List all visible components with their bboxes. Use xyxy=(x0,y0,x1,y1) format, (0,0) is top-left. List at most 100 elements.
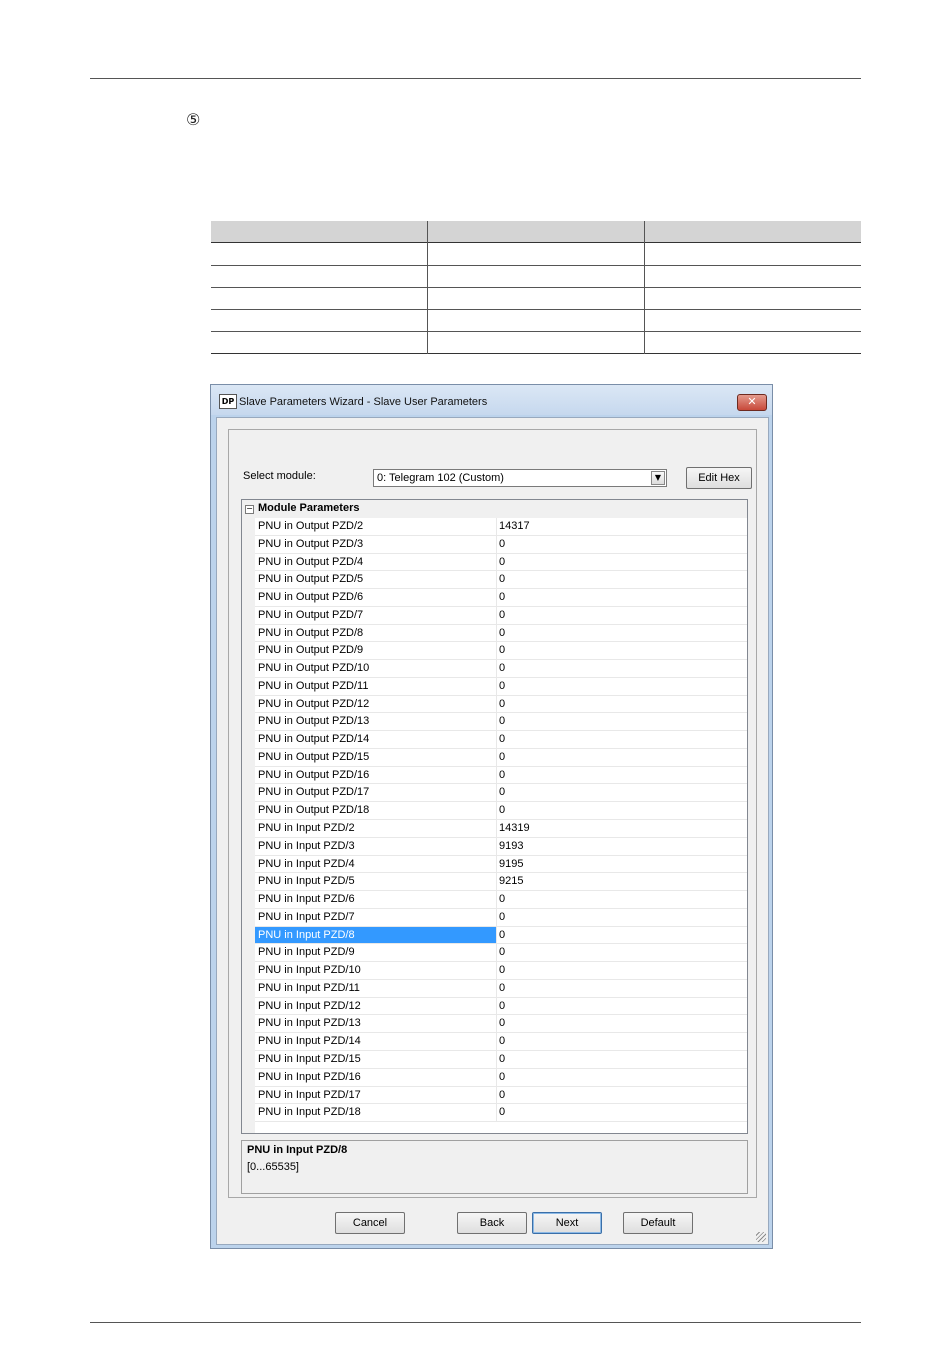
column-divider xyxy=(496,873,497,891)
parameter-name: PNU in Output PZD/2 xyxy=(258,520,364,532)
parameter-row[interactable]: PNU in Input PZD/9 0 xyxy=(255,944,747,963)
doc-table-header xyxy=(211,221,861,243)
parameter-name: PNU in Output PZD/8 xyxy=(258,626,364,639)
parameter-value[interactable]: 0 xyxy=(499,964,505,976)
default-button[interactable]: Default xyxy=(623,1212,693,1234)
select-module-dropdown[interactable]: 0: Telegram 102 (Custom) ▼ xyxy=(373,469,667,487)
parameter-row[interactable]: PNU in Output PZD/9 0 xyxy=(255,642,747,661)
parameter-value[interactable]: 0 xyxy=(499,644,505,656)
parameter-row[interactable]: PNU in Output PZD/3 0 xyxy=(255,535,747,554)
collapse-icon[interactable]: − xyxy=(245,505,254,514)
parameter-name: PNU in Output PZD/9 xyxy=(258,644,364,657)
parameter-row[interactable]: PNU in Output PZD/4 0 xyxy=(255,553,747,572)
parameter-value[interactable]: 0 xyxy=(499,1106,505,1118)
parameter-value[interactable]: 0 xyxy=(499,1089,505,1101)
resize-grip-icon[interactable] xyxy=(756,1232,766,1242)
parameter-row[interactable]: PNU in Input PZD/3 9193 xyxy=(255,837,747,856)
parameter-row[interactable]: PNU in Input PZD/6 0 xyxy=(255,891,747,909)
chevron-down-icon[interactable]: ▼ xyxy=(651,471,665,485)
parameter-row[interactable]: PNU in Output PZD/11 0 xyxy=(255,677,747,696)
title-bar[interactable]: DP Slave Parameters Wizard - Slave User … xyxy=(211,385,772,415)
column-divider xyxy=(496,1015,497,1033)
parameter-row[interactable]: PNU in Input PZD/12 0 xyxy=(255,997,747,1016)
parameter-value[interactable]: 0 xyxy=(499,751,505,763)
parameter-value[interactable]: 0 xyxy=(499,1035,505,1047)
next-button[interactable]: Next xyxy=(532,1212,602,1234)
parameter-row[interactable]: PNU in Input PZD/11 0 xyxy=(255,979,747,998)
parameter-row[interactable]: PNU in Output PZD/10 0 xyxy=(255,660,747,678)
parameter-value[interactable]: 0 xyxy=(499,680,505,692)
edit-hex-button[interactable]: Edit Hex xyxy=(686,467,752,489)
column-divider xyxy=(496,589,497,606)
parameter-row[interactable]: PNU in Output PZD/8 0 xyxy=(255,624,747,643)
module-parameters-title: Module Parameters xyxy=(258,502,360,514)
parameter-row[interactable]: PNU in Input PZD/10 0 xyxy=(255,962,747,980)
parameter-row[interactable]: PNU in Input PZD/8 0 xyxy=(255,926,747,945)
column-divider xyxy=(496,695,497,713)
parameter-row[interactable]: PNU in Input PZD/15 0 xyxy=(255,1050,747,1069)
parameter-row[interactable]: PNU in Output PZD/14 0 xyxy=(255,731,747,749)
parameter-value[interactable]: 0 xyxy=(499,573,505,585)
cancel-button[interactable]: Cancel xyxy=(335,1212,405,1234)
parameter-value[interactable]: 14317 xyxy=(499,520,530,532)
parameter-value[interactable]: 0 xyxy=(499,1053,505,1065)
parameter-row[interactable]: PNU in Input PZD/17 0 xyxy=(255,1086,747,1105)
parameter-value[interactable]: 0 xyxy=(499,1071,505,1083)
parameter-name: PNU in Input PZD/16 xyxy=(258,1070,361,1083)
parameter-value[interactable]: 0 xyxy=(499,911,505,923)
doc-table-column-divider xyxy=(644,221,645,354)
parameter-row[interactable]: PNU in Output PZD/17 0 xyxy=(255,784,747,803)
parameter-value[interactable]: 0 xyxy=(499,609,505,621)
parameter-row[interactable]: PNU in Output PZD/7 0 xyxy=(255,606,747,625)
parameter-row[interactable]: PNU in Input PZD/2 14319 xyxy=(255,820,747,838)
parameter-row[interactable]: PNU in Output PZD/13 0 xyxy=(255,713,747,732)
column-divider xyxy=(496,1033,497,1050)
parameter-row[interactable]: PNU in Output PZD/15 0 xyxy=(255,748,747,767)
parameter-value[interactable]: 9215 xyxy=(499,875,523,887)
parameter-row[interactable]: PNU in Input PZD/16 0 xyxy=(255,1068,747,1087)
parameter-value[interactable]: 0 xyxy=(499,804,505,816)
parameter-value[interactable]: 0 xyxy=(499,893,505,905)
parameter-value[interactable]: 0 xyxy=(499,982,505,994)
parameter-value[interactable]: 9193 xyxy=(499,840,523,852)
column-divider xyxy=(496,1086,497,1104)
parameter-value[interactable]: 0 xyxy=(499,662,505,674)
column-divider xyxy=(496,766,497,784)
parameter-row[interactable]: PNU in Output PZD/16 0 xyxy=(255,766,747,785)
parameter-row[interactable]: PNU in Input PZD/14 0 xyxy=(255,1033,747,1051)
column-divider xyxy=(496,908,497,926)
column-divider xyxy=(496,979,497,997)
parameter-value[interactable]: 9195 xyxy=(499,858,523,870)
back-button[interactable]: Back xyxy=(457,1212,527,1234)
close-button[interactable]: ✕ xyxy=(737,394,767,411)
parameter-row[interactable]: PNU in Output PZD/2 14317 xyxy=(255,518,747,536)
parameter-value[interactable]: 0 xyxy=(499,769,505,781)
parameter-value[interactable]: 0 xyxy=(499,1017,505,1029)
parameter-name: PNU in Input PZD/12 xyxy=(258,999,361,1012)
parameter-value[interactable]: 0 xyxy=(499,946,505,958)
parameter-value[interactable]: 0 xyxy=(499,538,505,550)
top-rule xyxy=(90,78,861,79)
parameter-row[interactable]: PNU in Input PZD/18 0 xyxy=(255,1104,747,1123)
column-divider xyxy=(496,642,497,660)
parameter-value[interactable]: 0 xyxy=(499,556,505,568)
parameter-row[interactable]: PNU in Input PZD/5 9215 xyxy=(255,873,747,892)
parameter-row[interactable]: PNU in Output PZD/6 0 xyxy=(255,589,747,607)
column-divider xyxy=(496,997,497,1015)
parameter-value[interactable]: 0 xyxy=(499,929,505,941)
parameter-row[interactable]: PNU in Output PZD/18 0 xyxy=(255,802,747,821)
parameter-row[interactable]: PNU in Input PZD/7 0 xyxy=(255,908,747,927)
parameter-value[interactable]: 0 xyxy=(499,786,505,798)
parameter-value[interactable]: 0 xyxy=(499,715,505,727)
parameter-value[interactable]: 0 xyxy=(499,591,505,603)
parameter-row[interactable]: PNU in Input PZD/4 9195 xyxy=(255,855,747,874)
parameter-name: PNU in Output PZD/3 xyxy=(258,537,364,550)
parameter-value[interactable]: 0 xyxy=(499,733,505,745)
parameter-value[interactable]: 0 xyxy=(499,1000,505,1012)
parameter-value[interactable]: 14319 xyxy=(499,822,530,834)
parameter-row[interactable]: PNU in Output PZD/5 0 xyxy=(255,571,747,590)
parameter-row[interactable]: PNU in Output PZD/12 0 xyxy=(255,695,747,714)
parameter-row[interactable]: PNU in Input PZD/13 0 xyxy=(255,1015,747,1034)
parameter-value[interactable]: 0 xyxy=(499,698,505,710)
parameter-value[interactable]: 0 xyxy=(499,627,505,639)
